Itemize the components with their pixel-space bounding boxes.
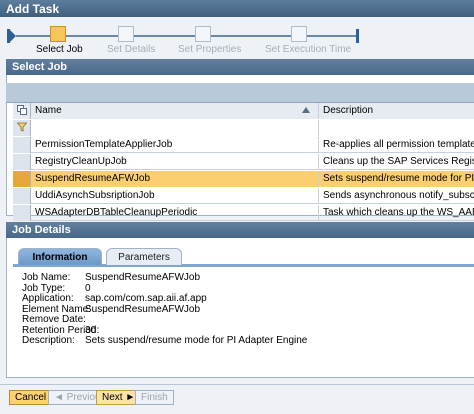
detail-label: Description: bbox=[22, 335, 75, 346]
roadmap: Select Job Set Details Set Properties Se… bbox=[0, 17, 474, 57]
row-selector[interactable] bbox=[13, 137, 31, 153]
detail-label: Job Name: bbox=[22, 272, 71, 283]
select-all-icon[interactable] bbox=[13, 103, 31, 119]
column-header-description[interactable]: Description bbox=[319, 103, 474, 119]
filter-row bbox=[13, 120, 474, 136]
table-toolbar bbox=[6, 83, 474, 103]
roadmap-step-select-job[interactable] bbox=[50, 26, 66, 42]
column-description-label: Description bbox=[323, 105, 374, 116]
row-selector[interactable] bbox=[13, 205, 31, 221]
roadmap-label-set-execution-time: Set Execution Time bbox=[265, 44, 352, 55]
tab-parameters[interactable]: Parameters bbox=[106, 248, 182, 265]
select-job-title: Select Job bbox=[12, 61, 68, 73]
column-header-name[interactable]: Name bbox=[31, 103, 319, 119]
table-row[interactable]: RegistryCleanUpJob Cleans up the SAP Ser… bbox=[13, 154, 474, 170]
column-name-label: Name bbox=[35, 105, 62, 116]
detail-label: Remove Date: bbox=[22, 314, 86, 325]
job-name-cell: PermissionTemplateApplierJob bbox=[31, 137, 319, 153]
job-name-cell: SuspendResumeAFWJob bbox=[31, 171, 319, 187]
filter-description-input[interactable] bbox=[319, 120, 474, 136]
table-row[interactable]: PermissionTemplateApplierJob Re-applies … bbox=[13, 137, 474, 153]
job-description-cell: Cleans up the SAP Services Registry (SR) bbox=[323, 156, 474, 167]
detail-value: Sets suspend/resume mode for PI Adapter … bbox=[85, 335, 308, 346]
table-row-selected[interactable]: SuspendResumeAFWJob Sets suspend/resume … bbox=[13, 171, 474, 187]
detail-job-name: Job Name: SuspendResumeAFWJob bbox=[22, 272, 472, 284]
table-row[interactable]: WSAdapterDBTableCleanupPeriodic Task whi… bbox=[13, 205, 474, 221]
job-information: Job Name: SuspendResumeAFWJob Job Type: … bbox=[22, 272, 472, 347]
job-details-header: Job Details bbox=[6, 222, 474, 238]
roadmap-step-set-properties[interactable] bbox=[195, 26, 211, 42]
roadmap-step-set-details[interactable] bbox=[118, 26, 134, 42]
window-title: Add Task bbox=[0, 0, 474, 17]
job-name-cell: RegistryCleanUpJob bbox=[31, 154, 319, 170]
tab-information[interactable]: Information bbox=[18, 248, 102, 265]
detail-value: SuspendResumeAFWJob bbox=[85, 303, 201, 315]
roadmap-end-marker bbox=[356, 29, 359, 43]
filter-name-input[interactable] bbox=[31, 120, 319, 136]
table-row[interactable]: UddiAsynchSubsriptionJob Sends asynchron… bbox=[13, 188, 474, 204]
details-tabstrip: Information Parameters bbox=[13, 248, 474, 267]
wizard-footer: Cancel ◄ Previous Next ► Finish bbox=[0, 384, 474, 414]
detail-description: Description: Sets suspend/resume mode fo… bbox=[22, 335, 472, 347]
job-description-cell: Re-applies all permission templates to e… bbox=[323, 139, 474, 150]
detail-application: Application: sap.com/com.sap.aii.af.app bbox=[22, 293, 472, 305]
job-details-title: Job Details bbox=[12, 224, 71, 236]
job-description-cell: Task which cleans up the WS_AAE adapte bbox=[323, 207, 474, 218]
sort-ascending-icon[interactable] bbox=[302, 107, 310, 113]
filter-icon[interactable] bbox=[13, 120, 31, 136]
roadmap-label-set-properties: Set Properties bbox=[178, 44, 242, 55]
detail-remove-date: Remove Date: bbox=[22, 314, 472, 326]
cancel-button[interactable]: Cancel bbox=[9, 390, 53, 405]
select-job-header: Select Job bbox=[6, 59, 474, 75]
job-description-cell: Sends asynchronous notify_subscriptionL bbox=[323, 190, 474, 201]
roadmap-label-set-details: Set Details bbox=[107, 44, 156, 55]
roadmap-label-select-job: Select Job bbox=[36, 44, 83, 55]
roadmap-step-set-execution-time[interactable] bbox=[291, 26, 307, 42]
row-selector[interactable] bbox=[13, 171, 31, 187]
table-header-row: Name Description bbox=[13, 103, 474, 119]
detail-label: Application: bbox=[22, 293, 74, 304]
job-name-cell: UddiAsynchSubsriptionJob bbox=[31, 188, 319, 204]
row-selector[interactable] bbox=[13, 154, 31, 170]
job-name-cell: WSAdapterDBTableCleanupPeriodic bbox=[31, 205, 319, 221]
detail-value: SuspendResumeAFWJob bbox=[85, 272, 201, 283]
detail-element-name: Element Name: SuspendResumeAFWJob bbox=[22, 303, 472, 316]
finish-button[interactable]: Finish bbox=[135, 390, 174, 405]
detail-value: sap.com/com.sap.aii.af.app bbox=[85, 293, 207, 304]
row-selector[interactable] bbox=[13, 188, 31, 204]
job-description-cell: Sets suspend/resume mode for PI Adapter bbox=[319, 171, 474, 187]
